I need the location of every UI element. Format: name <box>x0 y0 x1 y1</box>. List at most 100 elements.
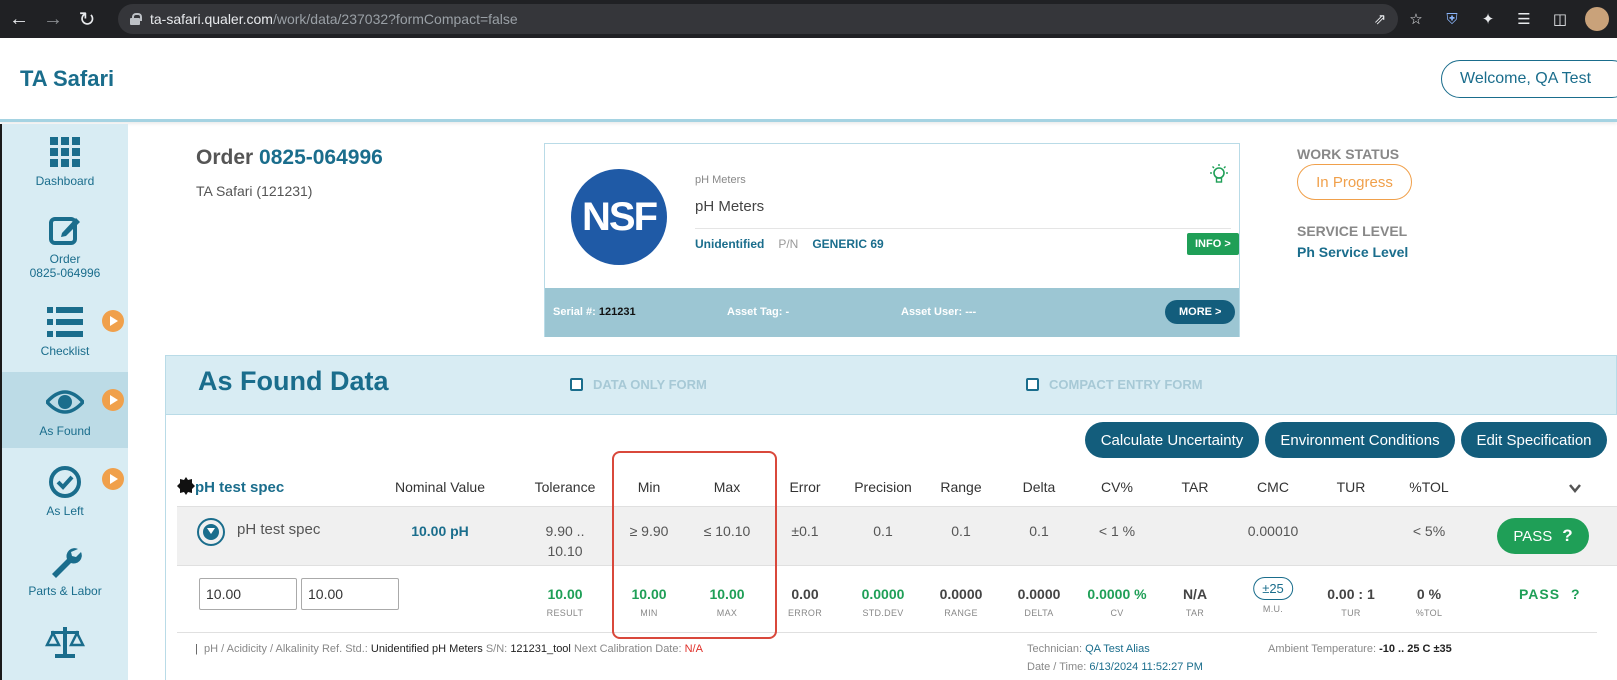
cell-reading-stddev: 0.0000 STD.DEV <box>862 586 905 618</box>
col-range: Range <box>940 479 982 495</box>
cell-tolerance: 9.90 .. 10.10 <box>546 521 585 561</box>
col-tol: %TOL <box>1409 479 1449 495</box>
delta-value: 0.0000 <box>1017 586 1061 602</box>
info-button[interactable]: INFO > <box>1187 233 1239 255</box>
cell-reading-range: 0.0000 RANGE <box>940 586 983 618</box>
col-error: Error <box>789 479 821 495</box>
reading-input-1[interactable] <box>199 578 297 610</box>
welcome-menu[interactable]: Welcome, QA Test <box>1441 60 1617 98</box>
cell-delta: 0.1 <box>1029 523 1049 539</box>
next-cal-value: N/A <box>684 643 703 655</box>
compact-entry-checkbox[interactable]: COMPACT ENTRY FORM <box>1026 377 1203 392</box>
as-found-play-icon[interactable] <box>102 389 124 411</box>
side-panel-icon[interactable]: ◫ <box>1549 8 1571 30</box>
share-icon[interactable]: ⇗ <box>1369 8 1391 30</box>
app-header: TA Safari Welcome, QA Test <box>0 38 1617 122</box>
cell-error: ±0.1 <box>791 523 819 539</box>
asset-category: pH Meters <box>695 174 746 186</box>
next-cal-label: Next Calibration Date: <box>573 643 682 655</box>
datetime-value: 6/13/2024 11:52:27 PM <box>1089 661 1203 673</box>
help-question-icon[interactable]: ? <box>1571 586 1581 602</box>
reading-pass-label: PASS <box>1519 586 1561 602</box>
order-client: TA Safari (121231) <box>196 183 313 199</box>
brand-title[interactable]: TA Safari <box>20 66 114 92</box>
forward-arrow-icon[interactable]: → <box>38 4 68 34</box>
service-level-value[interactable]: Ph Service Level <box>1297 244 1408 260</box>
data-only-checkbox[interactable]: DATA ONLY FORM <box>570 377 707 392</box>
badge-icon <box>177 477 195 495</box>
chevron-down-icon[interactable] <box>1569 482 1581 494</box>
work-status-badge[interactable]: In Progress <box>1297 164 1412 200</box>
eye-icon <box>45 384 85 420</box>
mu-badge[interactable]: ±25 <box>1253 577 1293 600</box>
sidebar-item-label: Dashboard <box>35 174 95 188</box>
lightbulb-icon[interactable] <box>1209 164 1229 186</box>
ref-std-value[interactable]: Unidentified pH Meters <box>371 643 483 655</box>
url-host: ta-safari.qualer.com <box>150 11 273 27</box>
expand-row-icon[interactable] <box>197 518 225 546</box>
puzzle-extension-icon[interactable]: ✦ <box>1477 8 1499 30</box>
order-number-link[interactable]: 0825-064996 <box>259 146 383 169</box>
col-nominal: Nominal Value <box>394 479 486 495</box>
checkbox-box[interactable] <box>1026 378 1039 391</box>
tur-label: TUR <box>1341 608 1361 618</box>
pass-label: PASS <box>1513 527 1553 545</box>
error-value: 0.00 <box>791 586 819 602</box>
as-left-play-icon[interactable] <box>102 468 124 490</box>
checkbox-label: COMPACT ENTRY FORM <box>1049 377 1203 392</box>
reading-list-icon[interactable]: ☰ <box>1513 8 1535 30</box>
wrench-icon <box>45 544 85 580</box>
asset-divider <box>695 228 1231 229</box>
technician-label: Technician: <box>1027 643 1083 655</box>
tol-value: 0 % <box>1416 586 1442 602</box>
checkbox-box[interactable] <box>570 378 583 391</box>
grid-icon <box>45 134 85 170</box>
row-spec-name: pH test spec <box>237 521 321 538</box>
range-label: RANGE <box>944 608 978 618</box>
sidebar-item-sublabel: 0825-064996 <box>29 266 101 280</box>
cell-reading-tar: N/A TAR <box>1183 586 1207 618</box>
stddev-label: STD.DEV <box>862 608 904 618</box>
as-found-panel: As Found Data DATA ONLY FORM COMPACT ENT… <box>165 355 1617 415</box>
sidebar-item-dashboard[interactable]: Dashboard <box>2 134 128 204</box>
cell-reading-tol: 0 % %TOL <box>1416 586 1443 618</box>
technician-info: Technician: QA Test Alias <box>1027 643 1150 655</box>
table-row: pH test spec 10.00 pH 9.90 .. 10.10 ≥ 9.… <box>177 506 1617 566</box>
edit-icon <box>45 212 85 248</box>
range-value: 0.0000 <box>939 586 983 602</box>
help-question-icon[interactable]: ? <box>1562 526 1572 546</box>
sidebar-item-tools[interactable] <box>2 624 128 680</box>
spec-title[interactable]: pH test spec <box>195 479 284 496</box>
bookmark-star-icon[interactable]: ☆ <box>1405 8 1427 30</box>
asset-user-field: Asset User: --- <box>901 306 976 318</box>
sidebar-item-order[interactable]: Order 0825-064996 <box>2 212 128 290</box>
profile-avatar-icon[interactable] <box>1585 7 1609 31</box>
reading-input-2[interactable] <box>301 578 399 610</box>
back-arrow-icon[interactable]: ← <box>4 4 34 34</box>
serial-label: Serial #: <box>553 306 596 318</box>
row-divider <box>177 632 1597 633</box>
scale-icon <box>45 624 85 660</box>
col-tur: TUR <box>1336 479 1366 495</box>
more-button[interactable]: MORE > <box>1165 300 1236 324</box>
section-title: As Found Data <box>198 366 389 396</box>
shield-extension-icon[interactable]: ⛨ <box>1441 8 1463 30</box>
sidebar-item-parts-labor[interactable]: Parts & Labor <box>2 544 128 614</box>
edit-specification-button[interactable]: Edit Specification <box>1461 422 1607 458</box>
pass-button[interactable]: PASS ? <box>1497 518 1589 554</box>
checklist-play-icon[interactable] <box>102 310 124 332</box>
order-prefix: Order <box>196 146 254 169</box>
reload-icon[interactable]: ↻ <box>72 4 102 34</box>
tolerance-line2: 10.10 <box>547 543 583 559</box>
asset-name: pH Meters <box>695 198 765 215</box>
table-row: 10.00 RESULT 10.00 MIN 10.00 MAX 0.00 ER… <box>177 566 1617 632</box>
cell-tol: < 5% <box>1412 523 1446 539</box>
calculate-uncertainty-button[interactable]: Calculate Uncertainty <box>1085 422 1259 458</box>
address-bar[interactable]: ta-safari.qualer.com/work/data/237032?fo… <box>118 4 1398 34</box>
result-label: RESULT <box>546 608 584 618</box>
cell-cv: < 1 % <box>1098 523 1136 539</box>
environment-conditions-button[interactable]: Environment Conditions <box>1265 422 1455 458</box>
cv-value: 0.0000 % <box>1087 586 1147 602</box>
cell-reading-tur: 0.00 : 1 TUR <box>1327 586 1374 618</box>
sidebar-item-label: Checklist <box>40 344 90 358</box>
